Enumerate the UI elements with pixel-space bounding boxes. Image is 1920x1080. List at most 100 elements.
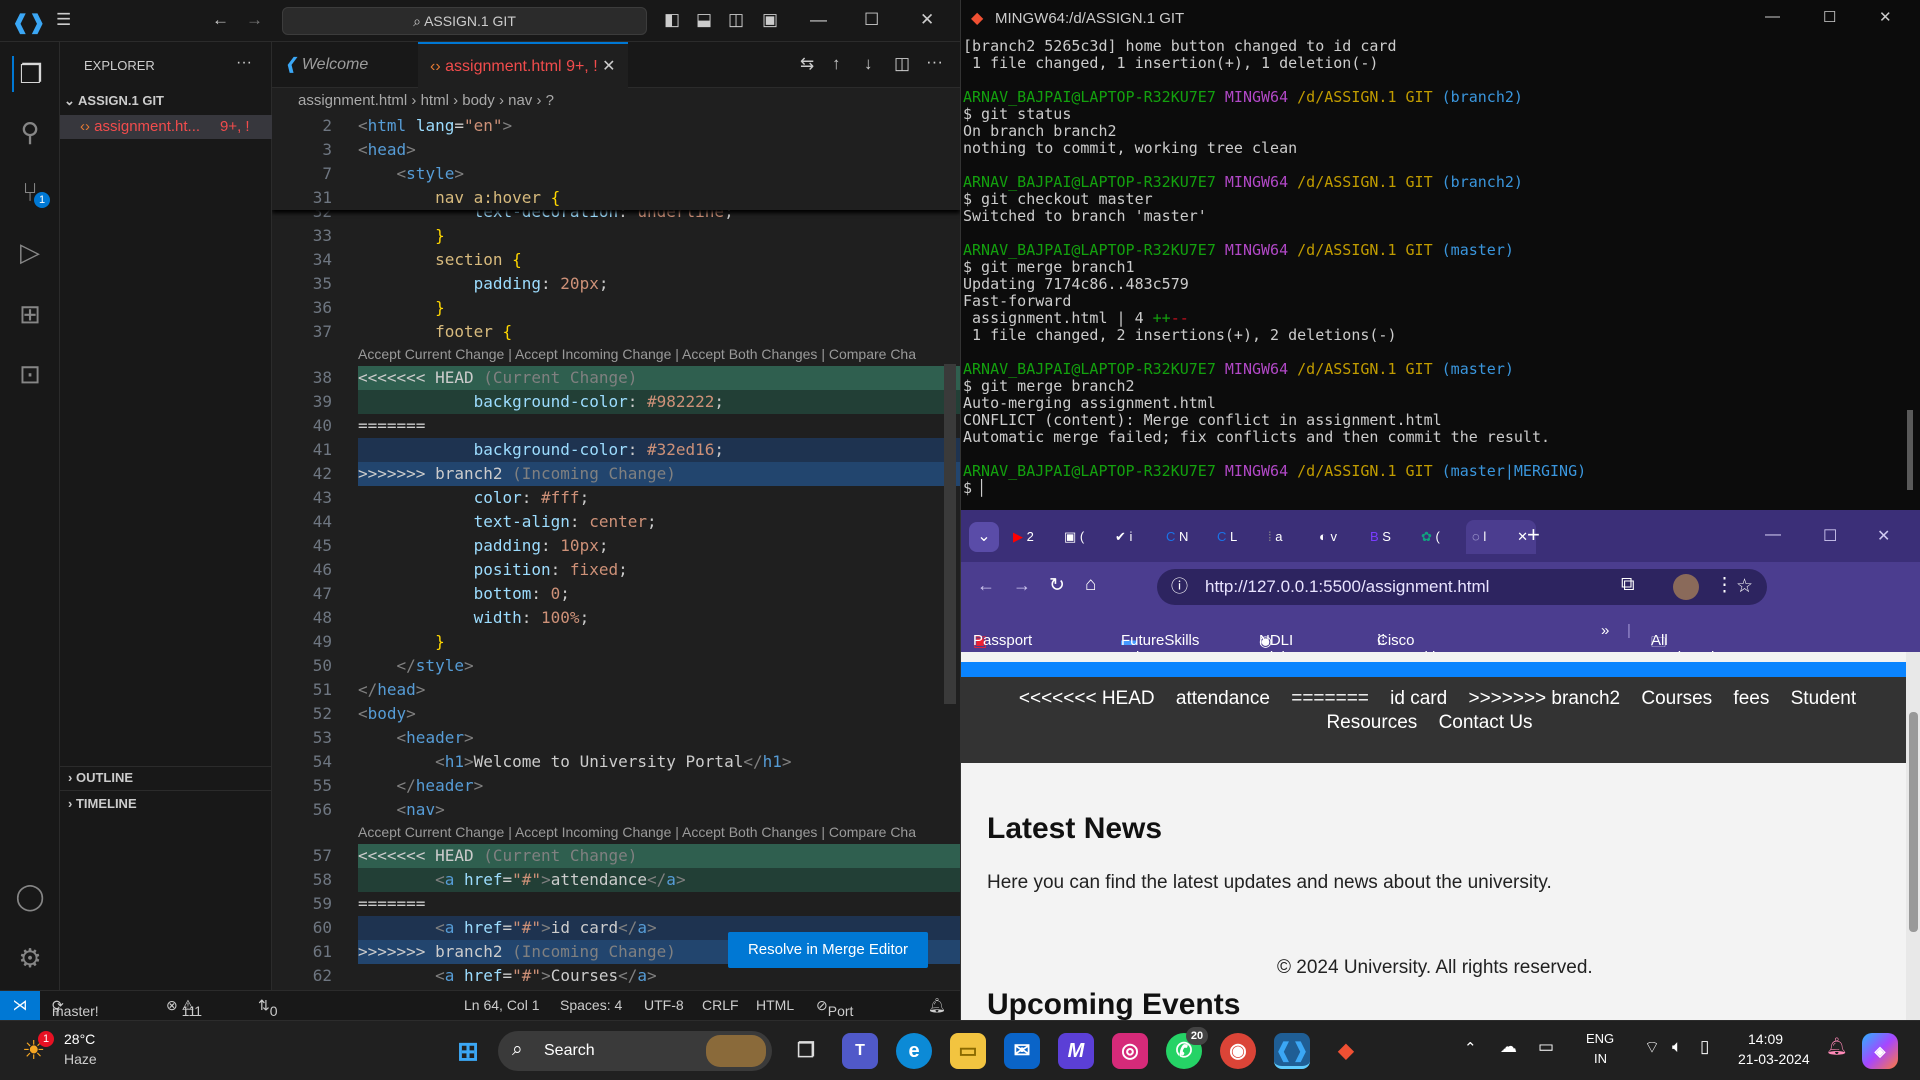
browser-tab[interactable]: C N: [1160, 520, 1210, 554]
forward-arrow-icon[interactable]: →: [246, 10, 263, 30]
minimize-icon[interactable]: —: [810, 10, 827, 30]
bookmark-star-icon[interactable]: ☆: [1736, 569, 1753, 605]
tab-welcome[interactable]: ❰ Welcome: [272, 42, 418, 88]
resolve-merge-editor-button[interactable]: Resolve in Merge Editor: [728, 932, 928, 968]
language-secondary[interactable]: IN: [1594, 1051, 1607, 1066]
tab-assignment[interactable]: ‹› assignment.html 9+, ! ✕: [418, 42, 628, 88]
indentation[interactable]: Spaces: 4: [560, 997, 622, 1013]
weather-widget[interactable]: ☀ 1: [22, 1031, 62, 1071]
notifications-bell-icon[interactable]: 🔔︎: [928, 997, 946, 1014]
profile-avatar[interactable]: [1673, 574, 1699, 600]
split-editor-icon[interactable]: ◫: [894, 54, 910, 74]
site-info-icon[interactable]: ⓘ: [1171, 569, 1188, 605]
run-debug-icon[interactable]: ▷: [12, 234, 48, 270]
terminal-icon[interactable]: ⊡: [12, 356, 48, 392]
nav-link[interactable]: >>>>>>> branch2: [1468, 688, 1620, 709]
teams-icon[interactable]: T: [842, 1033, 878, 1069]
language-primary[interactable]: ENG: [1586, 1031, 1614, 1046]
file-item-assignment[interactable]: ‹› assignment.ht... 9+, !: [60, 115, 272, 139]
settings-gear-icon[interactable]: ⚙: [12, 940, 48, 976]
mail-icon[interactable]: ✉: [1004, 1033, 1040, 1069]
next-conflict-icon[interactable]: ↓: [864, 54, 873, 74]
reload-icon[interactable]: ↻: [1049, 574, 1065, 597]
browser-tab[interactable]: ▣ (: [1058, 520, 1108, 554]
copilot-icon[interactable]: ◈: [1862, 1033, 1898, 1069]
start-button-icon[interactable]: ⊞: [450, 1033, 486, 1069]
battery-icon[interactable]: ▯: [1700, 1037, 1709, 1057]
maximize-icon[interactable]: ☐: [1823, 526, 1837, 546]
open-changes-icon[interactable]: ⇆: [800, 54, 814, 74]
edge-icon[interactable]: e: [896, 1033, 932, 1069]
clock-time[interactable]: 14:09: [1748, 1031, 1783, 1047]
toggle-panel-icon[interactable]: ⬓: [696, 10, 712, 30]
source-control-icon[interactable]: ⑂ 1: [12, 174, 50, 210]
git-bash-terminal[interactable]: ◆ MINGW64:/d/ASSIGN.1 GIT — ☐ ✕ [branch2…: [960, 0, 1920, 510]
nav-link[interactable]: Contact Us: [1439, 712, 1533, 733]
tab-close-icon[interactable]: ✕: [602, 58, 615, 75]
live-server-status[interactable]: ⊘ Port : 5500: [816, 997, 853, 1020]
extensions-icon[interactable]: ⊞: [12, 296, 48, 332]
merge-code-lens[interactable]: Accept Current Change | Accept Incoming …: [358, 824, 916, 840]
code-editor[interactable]: 2 <html lang="en"> 3 <head> 7 <style> 31…: [272, 114, 960, 984]
breadcrumb-item[interactable]: html: [421, 92, 449, 109]
search-icon[interactable]: ⚲: [12, 114, 48, 150]
browser-tab[interactable]: C L: [1211, 520, 1261, 554]
file-explorer-icon[interactable]: ▭: [950, 1033, 986, 1069]
remote-indicator-icon[interactable]: ⋊: [0, 991, 40, 1020]
customize-layout-icon[interactable]: ▣: [762, 10, 778, 30]
extensions-icon[interactable]: ⧉: [1621, 574, 1635, 596]
chrome-icon[interactable]: ◉: [1220, 1033, 1256, 1069]
merge-code-lens[interactable]: Accept Current Change | Accept Incoming …: [358, 346, 916, 362]
more-bookmarks-icon[interactable]: »: [1601, 622, 1609, 639]
breadcrumb-item[interactable]: assignment.html: [298, 92, 407, 109]
volume-icon[interactable]: 🔈︎: [1672, 1037, 1682, 1057]
line-ending[interactable]: CRLF: [702, 997, 739, 1013]
close-icon[interactable]: ✕: [1877, 526, 1890, 546]
battery-saver-icon[interactable]: ▭: [1538, 1037, 1554, 1057]
nav-link[interactable]: <<<<<<< HEAD: [1019, 688, 1155, 709]
taskbar-search[interactable]: ⌕ Search: [498, 1031, 772, 1071]
page-scrollbar[interactable]: [1906, 652, 1920, 1020]
home-icon[interactable]: ⌂: [1085, 574, 1096, 596]
back-arrow-icon[interactable]: ←: [977, 575, 995, 596]
more-actions-icon[interactable]: ···: [926, 52, 943, 72]
git-bash-icon[interactable]: ◆: [1328, 1033, 1364, 1069]
breadcrumb-item[interactable]: body: [462, 92, 495, 109]
wifi-icon[interactable]: ⌔: [1644, 1037, 1660, 1058]
close-icon[interactable]: ✕: [1879, 8, 1892, 26]
branch-status[interactable]: ⑂ master! ⟳: [52, 997, 99, 1019]
language-mode[interactable]: HTML: [756, 997, 794, 1013]
onedrive-icon[interactable]: ☁: [1500, 1037, 1517, 1057]
previous-conflict-icon[interactable]: ↑: [832, 54, 841, 74]
more-actions-icon[interactable]: ···: [236, 54, 252, 72]
browser-tab[interactable]: B S: [1364, 520, 1414, 554]
explorer-icon[interactable]: ❐: [12, 56, 48, 92]
problems-status[interactable]: ⊗ 11 ⚠ 1: [166, 997, 202, 1019]
vscode-taskbar-icon[interactable]: ❰❱: [1274, 1033, 1310, 1069]
tab-search-icon[interactable]: ⌄: [969, 522, 999, 552]
toggle-secondary-sidebar-icon[interactable]: ◫: [728, 10, 744, 30]
timeline-section[interactable]: › TIMELINE: [68, 796, 137, 811]
folder-header[interactable]: ⌄ ASSIGN.1 GIT: [64, 90, 268, 112]
terminal-scrollbar[interactable]: [1907, 410, 1913, 490]
cursor-position[interactable]: Ln 64, Col 1: [464, 997, 540, 1013]
instagram-icon[interactable]: ◎: [1112, 1033, 1148, 1069]
accounts-icon[interactable]: ◯: [12, 878, 48, 914]
breadcrumb-item[interactable]: nav: [508, 92, 532, 109]
clock-date[interactable]: 21-03-2024: [1738, 1051, 1810, 1067]
command-center-search[interactable]: ⌕ ASSIGN.1 GIT: [282, 7, 647, 35]
nav-link[interactable]: fees: [1733, 688, 1769, 709]
maximize-icon[interactable]: ☐: [864, 10, 879, 30]
ports-status[interactable]: ⇅ 0: [258, 997, 278, 1019]
menu-icon[interactable]: ☰: [56, 10, 71, 30]
notification-bell-icon[interactable]: 🔔︎: [1826, 1037, 1848, 1057]
show-hidden-icons[interactable]: ⌃: [1464, 1039, 1477, 1057]
browser-tab[interactable]: ▶ 2: [1007, 520, 1057, 554]
nav-link[interactable]: attendance: [1176, 688, 1270, 709]
outline-section[interactable]: › OUTLINE: [68, 770, 133, 785]
back-arrow-icon[interactable]: ←: [212, 10, 229, 30]
app-m-icon[interactable]: M: [1058, 1033, 1094, 1069]
encoding[interactable]: UTF-8: [644, 997, 684, 1013]
toggle-sidebar-icon[interactable]: ◧: [664, 10, 680, 30]
new-tab-icon[interactable]: +: [1527, 522, 1540, 548]
